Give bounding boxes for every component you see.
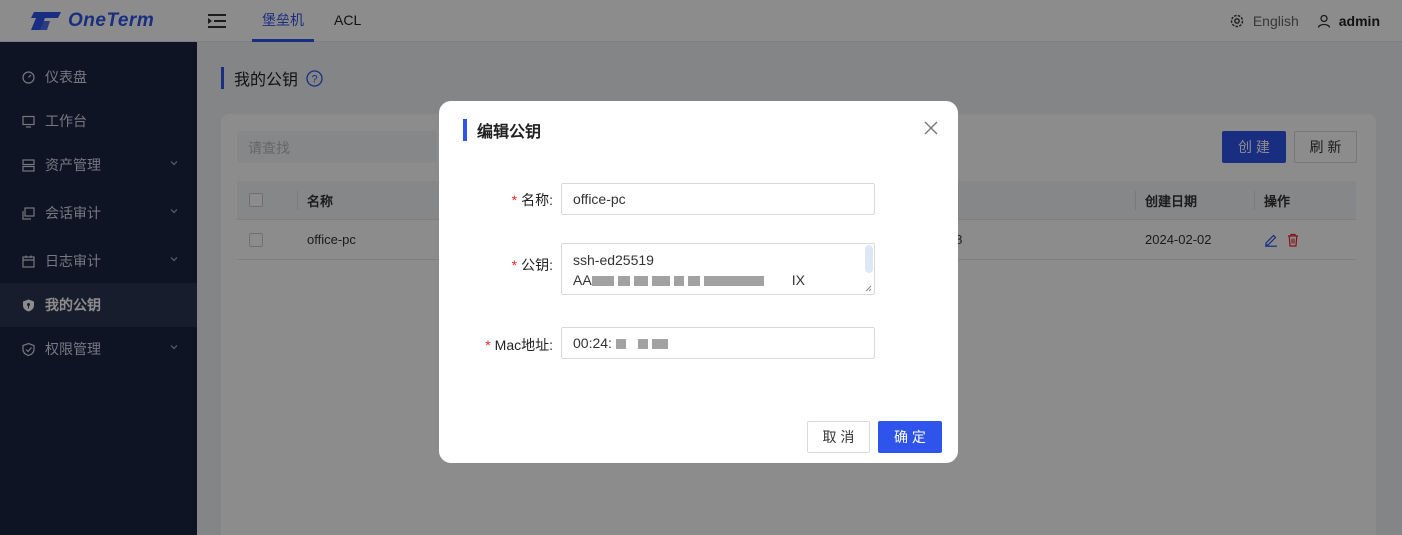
name-input[interactable]: office-pc [561, 183, 875, 215]
key-line-2: AA IX [573, 272, 805, 288]
mac-field-label: * Mac地址: [485, 337, 553, 353]
key-line-1: ssh-ed25519 [573, 252, 654, 268]
dialog-title: 编辑公钥 [477, 124, 542, 141]
title-accent-bar [463, 119, 467, 141]
key-field-label: * 公钥: [511, 257, 553, 273]
resize-handle-icon[interactable] [865, 285, 872, 292]
close-icon[interactable] [924, 121, 938, 135]
textarea-scrollbar[interactable] [865, 245, 873, 273]
ok-button[interactable]: 确 定 [878, 421, 942, 453]
cancel-button[interactable]: 取 消 [807, 421, 870, 453]
public-key-textarea[interactable]: ssh-ed25519 AA IX [561, 243, 875, 295]
name-field-label: * 名称: [511, 192, 553, 208]
dialog-header: 编辑公钥 [463, 118, 541, 142]
mac-address-input[interactable]: 00:24: [561, 327, 875, 359]
edit-key-dialog: 编辑公钥 * 名称: office-pc * 公钥: ssh-ed25519 AA I… [439, 101, 958, 463]
